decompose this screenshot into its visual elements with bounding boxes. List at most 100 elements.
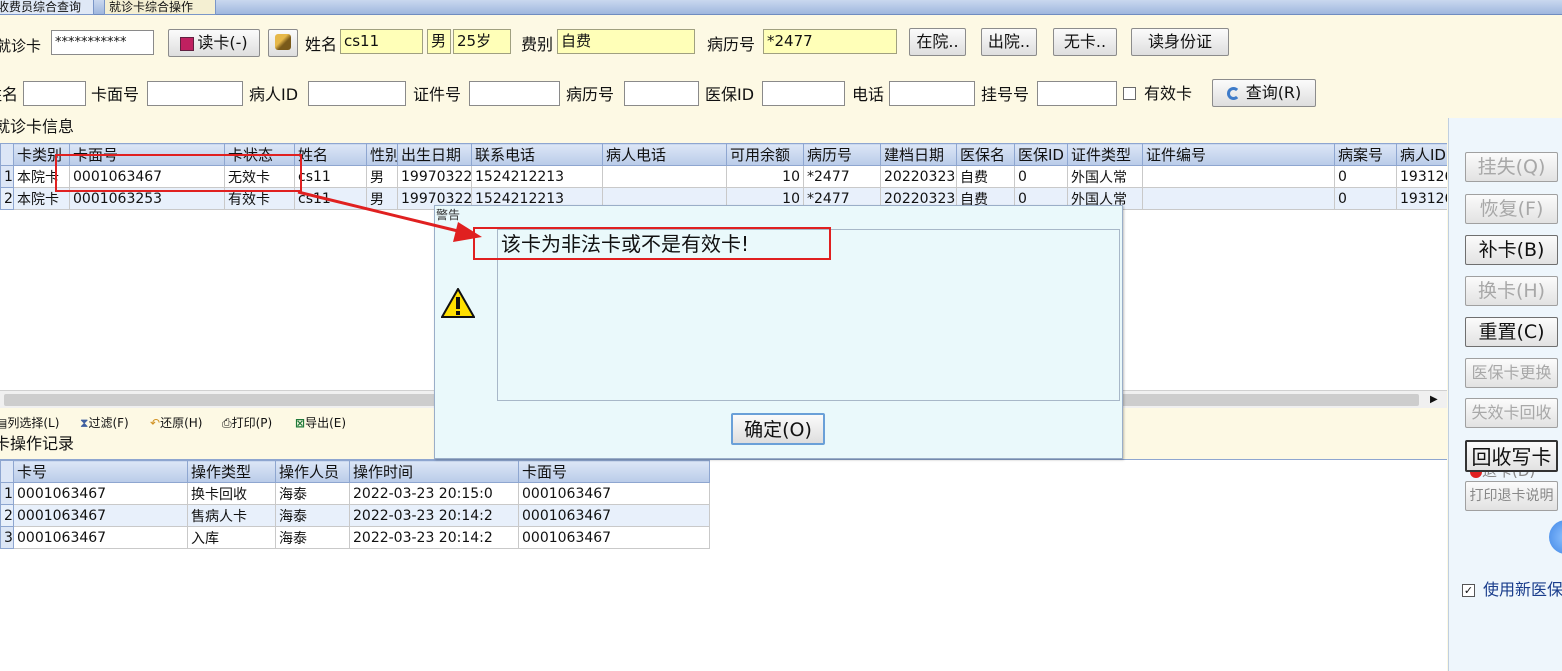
report-loss-button[interactable]: 挂失(Q)	[1465, 152, 1558, 182]
table-row[interactable]: 1 0001063467 换卡回收 海泰 2022-03-23 20:15:0 …	[0, 482, 710, 505]
cell-cert-number	[1142, 165, 1335, 188]
op-col-rownum	[0, 460, 14, 483]
cell-patient-id: 193126	[1396, 187, 1447, 210]
reissue-card-button[interactable]: 补卡(B)	[1465, 235, 1558, 265]
col-created[interactable]: 建档日期	[880, 143, 957, 166]
read-id-card-button[interactable]: 读身份证	[1131, 28, 1229, 56]
tab-card-operations[interactable]: 就诊卡综合操作	[104, 0, 216, 15]
reset-button[interactable]: 重置(C)	[1465, 317, 1558, 347]
row-number: 2	[0, 504, 14, 527]
col-balance[interactable]: 可用余额	[726, 143, 804, 166]
invalid-card-recycle-button[interactable]: 失效卡回收	[1465, 398, 1558, 428]
cell-card-no: 0001063467	[13, 482, 188, 505]
age-field[interactable]: 25岁	[453, 29, 511, 54]
cell-case-number: 0	[1334, 187, 1397, 210]
query-button[interactable]: 查询(R)	[1212, 79, 1316, 107]
registration-label: 挂号号	[981, 85, 1030, 104]
use-new-insurance-checkbox[interactable]: ✓	[1462, 584, 1475, 597]
cell-patient-phone	[602, 165, 727, 188]
insurance-id-input[interactable]	[762, 81, 845, 106]
warning-icon	[440, 286, 476, 318]
cell-op-time: 2022-03-23 20:14:2	[349, 504, 519, 527]
restore-tool[interactable]: ↶还原(H)	[150, 414, 202, 432]
search-record-input[interactable]	[624, 81, 699, 106]
insurance-card-change-button[interactable]: 医保卡更换	[1465, 358, 1558, 388]
col-case-number[interactable]: 病案号	[1334, 143, 1397, 166]
cell-cert-number	[1142, 187, 1335, 210]
filter-label: 过滤(F)	[88, 416, 129, 430]
col-record[interactable]: 病历号	[803, 143, 881, 166]
search-name-input[interactable]	[23, 81, 86, 106]
op-table: 卡号 操作类型 操作人员 操作时间 卡面号 1 0001063467 换卡回收 …	[0, 460, 710, 549]
row-number: 3	[0, 526, 14, 549]
cell-op-type: 入库	[187, 526, 276, 549]
col-name[interactable]: 姓名	[294, 143, 367, 166]
recover-button[interactable]: 恢复(F)	[1465, 194, 1558, 224]
cell-insurance-name: 自费	[956, 165, 1015, 188]
excel-icon: ⊠	[295, 416, 306, 430]
tab-cashier-query[interactable]: 收费员综合查询	[0, 0, 94, 15]
record-number-label: 病历号	[707, 35, 756, 54]
ok-button[interactable]: 确定(O)	[731, 413, 825, 445]
registration-input[interactable]	[1037, 81, 1117, 106]
print-label: 打印(P)	[231, 416, 273, 430]
col-cert-number[interactable]: 证件编号	[1142, 143, 1335, 166]
highlight-card-status	[55, 154, 302, 192]
card-face-input[interactable]	[147, 81, 243, 106]
cell-card-face: 0001063467	[518, 504, 710, 527]
op-col-card-face[interactable]: 卡面号	[518, 460, 710, 483]
op-col-type[interactable]: 操作类型	[187, 460, 276, 483]
col-cert-type[interactable]: 证件类型	[1067, 143, 1143, 166]
filter-tool[interactable]: ⧗过滤(F)	[80, 414, 129, 432]
clear-button[interactable]	[268, 29, 298, 57]
print-refund-note-button[interactable]: 打印退卡说明	[1465, 481, 1558, 511]
op-col-time[interactable]: 操作时间	[349, 460, 519, 483]
gender-field[interactable]: 男	[427, 29, 451, 54]
col-gender[interactable]: 性别	[366, 143, 398, 166]
recycle-write-card-button[interactable]: 回收写卡	[1465, 440, 1558, 472]
out-hospital-button[interactable]: 出院..	[981, 28, 1037, 56]
highlight-arrow	[297, 190, 482, 242]
row-number: 2	[0, 187, 14, 210]
col-birth[interactable]: 出生日期	[397, 143, 472, 166]
name-field[interactable]: cs11	[340, 29, 423, 54]
patient-id-label: 病人ID	[249, 85, 299, 104]
printer-icon: ⎙	[222, 416, 232, 430]
patient-id-input[interactable]	[308, 81, 406, 106]
record-number-field[interactable]: *2477	[763, 29, 897, 54]
cert-number-label: 证件号	[413, 85, 462, 104]
table-row[interactable]: 3 0001063467 入库 海泰 2022-03-23 20:14:2 00…	[0, 526, 710, 549]
op-table-area: 卡号 操作类型 操作人员 操作时间 卡面号 1 0001063467 换卡回收 …	[0, 459, 1447, 671]
print-tool[interactable]: ⎙打印(P)	[222, 414, 272, 432]
col-insurance-id[interactable]: 医保ID	[1014, 143, 1068, 166]
read-card-button[interactable]: 读卡(-)	[168, 29, 260, 57]
col-contact[interactable]: 联系电话	[471, 143, 603, 166]
hscroll-right-arrow[interactable]: ▶	[1430, 393, 1438, 407]
cell-record: *2477	[803, 165, 881, 188]
phone-input[interactable]	[889, 81, 975, 106]
op-col-operator[interactable]: 操作人员	[275, 460, 350, 483]
table-row[interactable]: 2 0001063467 售病人卡 海泰 2022-03-23 20:14:2 …	[0, 504, 710, 527]
card-number-field[interactable]: ***********	[51, 30, 154, 55]
no-card-button[interactable]: 无卡..	[1053, 28, 1117, 56]
export-tool[interactable]: ⊠导出(E)	[295, 414, 346, 432]
replace-card-button[interactable]: 换卡(H)	[1465, 276, 1558, 306]
cell-op-time: 2022-03-23 20:14:2	[349, 526, 519, 549]
op-col-card-no[interactable]: 卡号	[13, 460, 188, 483]
search-record-label: 病历号	[566, 85, 615, 104]
cell-card-no: 0001063467	[13, 526, 188, 549]
col-patient-id[interactable]: 病人ID	[1396, 143, 1447, 166]
col-rownum	[0, 143, 14, 166]
col-patient-phone[interactable]: 病人电话	[602, 143, 727, 166]
col-insurance-name[interactable]: 医保名	[956, 143, 1015, 166]
column-select-tool[interactable]: ▤列选择(L)	[0, 414, 59, 432]
fee-type-label: 费别	[521, 35, 554, 54]
cell-op-type: 售病人卡	[187, 504, 276, 527]
row-number: 1	[0, 165, 14, 188]
in-hospital-button[interactable]: 在院..	[909, 28, 966, 56]
card-op-title: 卡操作记录	[0, 434, 75, 453]
valid-card-checkbox[interactable]	[1123, 87, 1136, 100]
cert-number-input[interactable]	[469, 81, 560, 106]
cell-operator: 海泰	[275, 504, 350, 527]
fee-type-field[interactable]: 自费	[557, 29, 695, 54]
